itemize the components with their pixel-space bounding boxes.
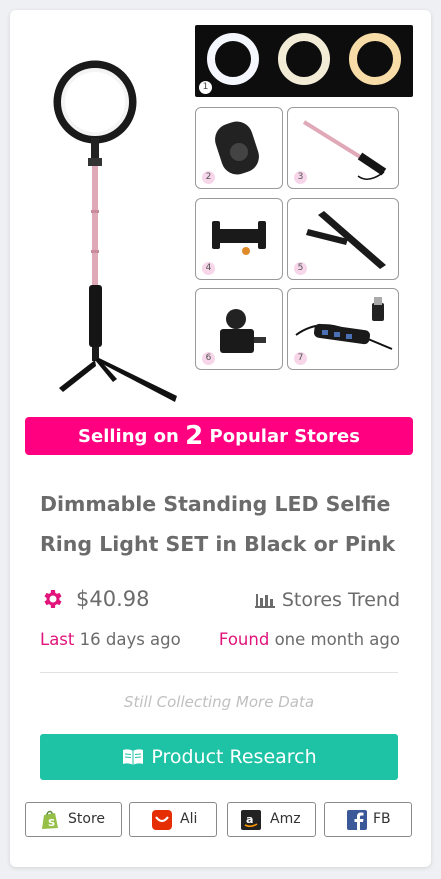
svg-text:S: S	[48, 818, 55, 829]
thumbnail-3[interactable]: 3	[287, 107, 399, 189]
bar-chart-icon	[254, 594, 275, 608]
selling-stores-banner: Selling on 2 Popular Stores	[25, 417, 413, 455]
product-research-button[interactable]: Product Research	[40, 734, 398, 780]
shopify-store-button[interactable]: S Store	[25, 802, 122, 837]
divider	[40, 672, 398, 673]
price-row: $40.98 Stores Trend	[40, 585, 400, 615]
facebook-icon	[347, 810, 367, 830]
ring-colors-image	[207, 33, 401, 85]
thumbnail-1[interactable]: 1	[195, 25, 413, 97]
amazon-button[interactable]: a Amz	[227, 802, 316, 837]
svg-text:a: a	[246, 813, 253, 826]
thumbnail-2[interactable]: 2	[195, 107, 283, 189]
thumbnail-number: 4	[202, 262, 215, 275]
dates-row: Last 16 days ago Found one month ago	[40, 630, 400, 654]
price: $40.98	[76, 587, 150, 611]
thumbnail-6[interactable]: 6	[195, 288, 283, 370]
thumbnail-number: 1	[199, 81, 212, 94]
found-date: Found one month ago	[218, 630, 400, 649]
collecting-status: Still Collecting More Data	[123, 693, 315, 711]
product-image-collage[interactable]: 1 2 3 4 5 6 7	[25, 20, 413, 415]
thumbnail-number: 3	[294, 171, 307, 184]
stores-trend-link[interactable]: Stores Trend	[254, 589, 400, 611]
store-count: 2	[185, 421, 204, 451]
product-main-image	[53, 60, 177, 402]
facebook-button[interactable]: FB	[324, 802, 412, 837]
thumbnail-number: 5	[294, 262, 307, 275]
aliexpress-button[interactable]: Ali	[129, 802, 217, 837]
thumbnail-4[interactable]: 4	[195, 198, 283, 280]
product-title[interactable]: Dimmable Standing LED Selfie Ring Light …	[40, 484, 410, 564]
thumbnail-5[interactable]: 5	[287, 198, 399, 280]
last-seen: Last 16 days ago	[40, 630, 181, 649]
thumbnail-number: 7	[294, 352, 307, 365]
amazon-icon: a	[241, 810, 261, 830]
thumbnail-7[interactable]: 7	[287, 288, 399, 370]
open-book-icon	[123, 749, 144, 765]
aliexpress-icon	[152, 810, 172, 830]
gear-icon	[44, 590, 62, 608]
thumbnail-number: 2	[202, 171, 215, 184]
shopify-icon: S	[42, 810, 58, 829]
store-links: S Store Ali a Amz FB	[25, 802, 413, 838]
thumbnail-number: 6	[202, 352, 215, 365]
